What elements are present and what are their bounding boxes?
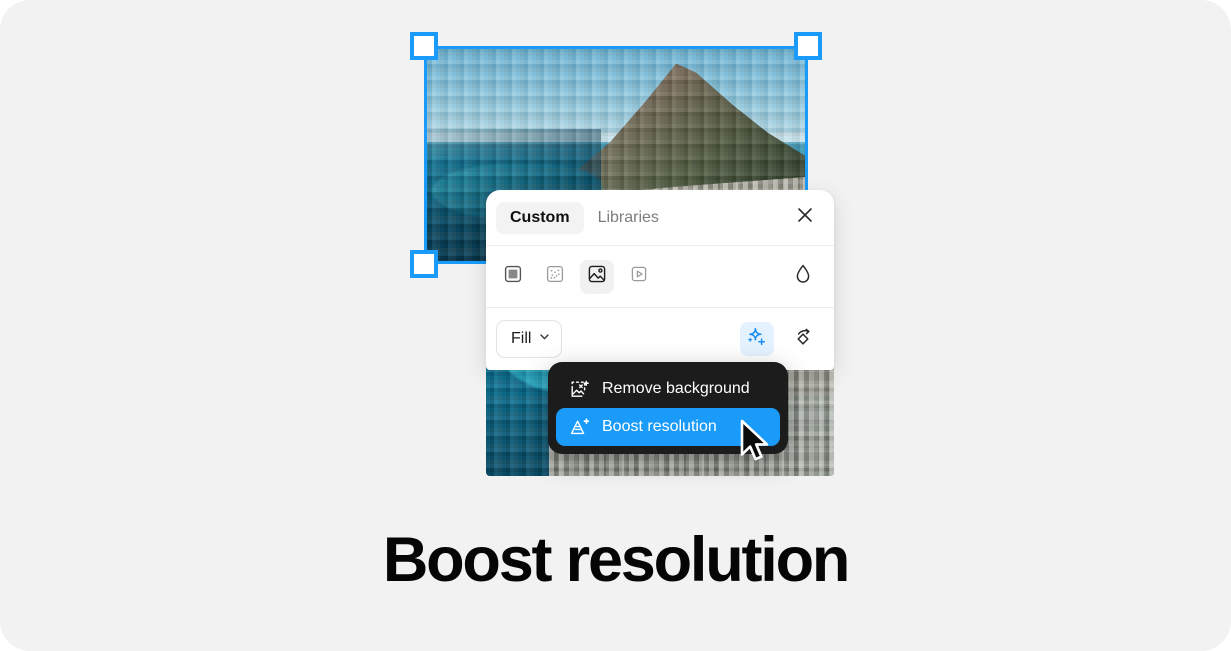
rotate-diamond-icon (792, 326, 814, 353)
close-button[interactable] (788, 201, 822, 235)
panel-tab-bar: Custom Libraries (486, 190, 834, 246)
pattern-fill-tool[interactable] (538, 260, 572, 294)
flip-rotate-button[interactable] (786, 322, 820, 356)
sparkle-plus-icon (746, 326, 768, 353)
image-fill-tool[interactable] (580, 259, 614, 294)
fill-type-row (486, 246, 834, 308)
video-fill-tool[interactable] (622, 260, 656, 294)
selection-handle-top-right[interactable] (794, 32, 822, 60)
properties-panel: Custom Libraries Fill (486, 190, 834, 370)
solid-fill-tool[interactable] (496, 260, 530, 294)
dots-pattern-icon (545, 264, 565, 289)
menu-item-label: Boost resolution (602, 418, 717, 435)
tab-libraries[interactable]: Libraries (584, 202, 673, 234)
fill-mode-label: Fill (511, 330, 532, 347)
image-icon (587, 264, 607, 289)
video-play-icon (629, 264, 649, 289)
tab-custom[interactable]: Custom (496, 201, 584, 234)
close-icon (795, 205, 815, 230)
chevron-down-icon (538, 330, 551, 348)
selection-handle-top-left[interactable] (410, 32, 438, 60)
menu-item-label: Remove background (602, 380, 750, 397)
droplet-icon (793, 263, 813, 290)
opacity-tool[interactable] (786, 260, 820, 294)
boost-resolution-icon (568, 416, 590, 438)
square-icon (503, 264, 523, 289)
page-title: Boost resolution (382, 525, 850, 595)
menu-item-boost-resolution[interactable]: Boost resolution (556, 408, 780, 446)
fill-mode-row: Fill (486, 308, 834, 370)
ai-effects-menu: Remove background Boost resolution (548, 362, 788, 454)
app-frame: Custom Libraries Fill Remove background … (0, 0, 1231, 651)
menu-item-remove-background[interactable]: Remove background (556, 370, 780, 408)
selection-handle-bottom-left[interactable] (410, 250, 438, 278)
fill-mode-select[interactable]: Fill (496, 320, 563, 358)
ai-effects-button[interactable] (740, 322, 774, 356)
remove-background-icon (568, 378, 590, 400)
